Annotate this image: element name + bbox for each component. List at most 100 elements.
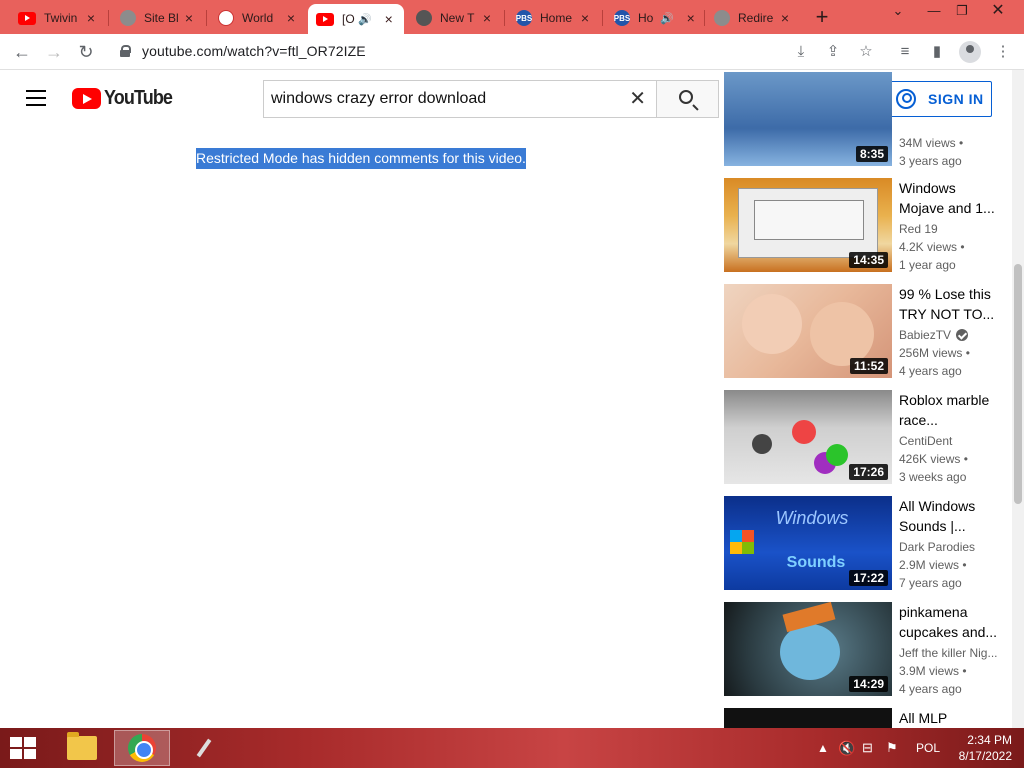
related-video[interactable]: 14:35 Windows Mojave and 1... Red 19 4.2K… [724, 178, 1004, 274]
speaker-icon[interactable]: 🔊 [660, 12, 674, 25]
file-explorer-button[interactable] [54, 730, 110, 766]
volume-muted-icon[interactable]: 🔇 [838, 728, 855, 768]
close-icon[interactable]: × [182, 11, 196, 25]
new-tab-button[interactable]: + [810, 6, 834, 30]
video-thumbnail[interactable]: 14:29 [724, 602, 892, 696]
lock-icon[interactable] [120, 45, 131, 57]
side-panel-icon[interactable]: ▮ [927, 42, 947, 62]
tab-new-tab[interactable]: New T × [408, 4, 502, 32]
tools-taskbar-button[interactable] [176, 730, 232, 766]
bookmark-star-icon[interactable]: ☆ [856, 42, 876, 62]
sign-in-button[interactable]: SIGN IN [883, 81, 992, 117]
install-icon[interactable]: ⤓ [791, 42, 811, 62]
tab-site-blocked[interactable]: Site Bl × [112, 4, 204, 32]
language-indicator[interactable]: POL [916, 728, 940, 768]
share-icon[interactable]: ⇪ [823, 42, 843, 62]
forward-button[interactable]: → [42, 40, 66, 64]
video-thumbnail[interactable] [724, 708, 892, 728]
menu-icon[interactable] [26, 90, 46, 106]
show-hidden-icons-button[interactable]: ▲ [817, 728, 829, 768]
url-text[interactable]: youtube.com/watch?v=ftl_OR72IZE [142, 43, 366, 59]
baby-face [810, 302, 874, 366]
tab-active-video[interactable]: [O 🔊 × [308, 4, 404, 34]
verified-badge-icon [956, 329, 969, 341]
video-title[interactable]: 99 % Lose this TRY NOT TO... [899, 284, 999, 324]
tab-search-button[interactable]: ⌄ [880, 0, 916, 24]
video-age: 1 year ago [899, 258, 956, 272]
windows-logo-icon [730, 530, 754, 554]
reload-button[interactable]: ↻ [74, 40, 98, 64]
video-thumbnail[interactable]: 17:26 [724, 390, 892, 484]
close-icon[interactable]: × [578, 11, 592, 25]
search-query[interactable]: windows crazy error download [271, 90, 486, 108]
tab-world[interactable]: World × [210, 4, 306, 32]
video-views: 2.9M views • [899, 558, 967, 572]
related-video-partial[interactable]: 8:35 34M views • 3 years ago [724, 72, 1004, 168]
tab-home[interactable]: PBS Home × [508, 4, 600, 32]
network-icon[interactable]: ⊟ [862, 728, 873, 768]
baby-face [742, 294, 802, 354]
video-channel[interactable]: Red 19 [899, 222, 938, 236]
globe-icon [120, 10, 136, 26]
page-scrollbar[interactable] [1012, 70, 1024, 728]
error-window [754, 200, 864, 240]
tab-ho[interactable]: PBS Ho 🔊 × [606, 4, 702, 32]
close-icon[interactable]: × [778, 11, 792, 25]
close-icon[interactable]: × [684, 11, 698, 25]
tab-redirect[interactable]: Redire × [706, 4, 800, 32]
video-channel[interactable]: Dark Parodies [899, 540, 975, 554]
profile-avatar[interactable] [959, 41, 981, 63]
video-thumbnail[interactable]: 8:35 [724, 72, 892, 166]
search-icon [679, 90, 693, 104]
system-clock[interactable]: 2:34 PM 8/17/2022 [952, 732, 1012, 764]
media-control-icon[interactable]: ≡ [895, 42, 915, 62]
close-icon[interactable]: × [84, 11, 98, 25]
close-icon[interactable]: × [382, 12, 396, 26]
related-video[interactable]: 14:29 pinkamena cupcakes and... Jeff the … [724, 602, 1004, 698]
video-thumbnail[interactable]: 14:35 [724, 178, 892, 272]
start-button[interactable] [10, 737, 38, 761]
action-center-flag-icon[interactable]: ⚑ [886, 728, 898, 768]
related-video-partial[interactable]: All MLP [724, 708, 1004, 728]
close-icon[interactable]: × [480, 11, 494, 25]
back-button[interactable]: ← [10, 40, 34, 64]
scrollbar-thumb[interactable] [1014, 264, 1022, 504]
windows-taskbar: ▲ 🔇 ⊟ ⚑ POL 2:34 PM 8/17/2022 [0, 728, 1024, 768]
search-input[interactable]: windows crazy error download ✕ [263, 80, 656, 118]
cards-icon [218, 10, 234, 26]
video-title[interactable]: Windows Mojave and 1... [899, 178, 999, 218]
video-title[interactable]: Roblox marble race... [899, 390, 999, 430]
globe-icon [714, 10, 730, 26]
close-window-button[interactable]: ✕ [980, 0, 1016, 24]
video-thumbnail[interactable]: 11:52 [724, 284, 892, 378]
search-button[interactable] [656, 80, 719, 118]
video-thumbnail[interactable]: Windows Sounds 17:22 [724, 496, 892, 590]
video-channel[interactable]: CentiDent [899, 434, 952, 448]
restore-button[interactable]: ❐ [944, 0, 980, 24]
close-icon[interactable]: × [284, 11, 298, 25]
video-channel[interactable]: Jeff the killer Nig... [899, 646, 997, 660]
video-views: 4.2K views • [899, 240, 965, 254]
clear-search-icon[interactable]: ✕ [629, 88, 646, 110]
related-video[interactable]: 11:52 99 % Lose this TRY NOT TO... Babiez… [724, 284, 1004, 380]
sign-in-label: SIGN IN [928, 91, 984, 107]
chrome-menu-icon[interactable]: ⋮ [993, 42, 1013, 62]
tab-twivin[interactable]: Twivin × [10, 4, 106, 32]
video-title[interactable]: All Windows Sounds |... [899, 496, 999, 536]
tab-separator [602, 10, 603, 26]
thumbnail-text: Windows [775, 508, 849, 528]
chrome-taskbar-button[interactable] [114, 730, 170, 766]
tool-icon [192, 736, 216, 760]
video-title[interactable]: All MLP [899, 708, 999, 728]
pony-head [780, 624, 840, 680]
pbs-kids-icon: PBS [516, 10, 532, 26]
speaker-icon[interactable]: 🔊 [358, 13, 372, 26]
video-title[interactable]: pinkamena cupcakes and... [899, 602, 999, 642]
related-video[interactable]: 17:26 Roblox marble race... CentiDent 426… [724, 390, 1004, 486]
address-bar[interactable]: youtube.com/watch?v=ftl_OR72IZE [108, 38, 884, 66]
youtube-logo[interactable]: YouTube [72, 87, 180, 110]
tab-title: World [242, 11, 274, 25]
related-video[interactable]: Windows Sounds 17:22 All Windows Sounds |… [724, 496, 1004, 592]
video-channel[interactable]: BabiezTV [899, 328, 969, 342]
browser-tab-strip: Twivin × Site Bl × World × [O 🔊 × New T … [0, 0, 1024, 34]
